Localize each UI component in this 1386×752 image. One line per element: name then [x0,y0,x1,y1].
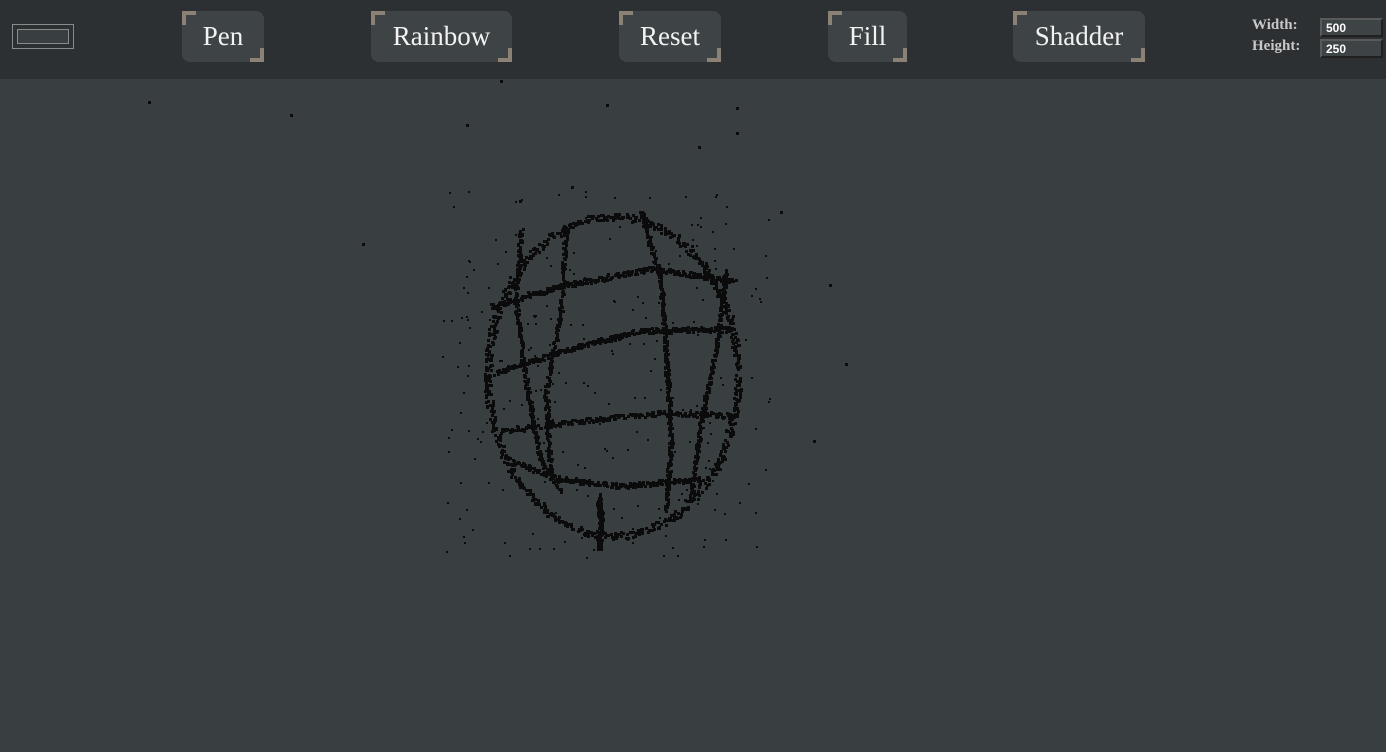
corner-decoration [828,11,842,25]
rainbow-button[interactable]: Rainbow [371,11,512,62]
corner-decoration [182,11,196,25]
fill-button-label: Fill [848,21,887,51]
corner-decoration [371,11,385,25]
corner-decoration [1131,48,1145,62]
fill-button[interactable]: Fill [828,11,907,62]
corner-decoration [250,48,264,62]
color-picker-swatch [17,29,69,44]
rainbow-button-label: Rainbow [392,21,491,51]
reset-button[interactable]: Reset [619,11,721,62]
toolbar: Pen Rainbow Reset Fill Shadder Width: 50… [0,0,1386,79]
corner-decoration [1013,11,1027,25]
corner-decoration [707,48,721,62]
pen-button[interactable]: Pen [182,11,264,62]
pen-button-label: Pen [202,21,244,51]
color-picker[interactable] [12,24,74,49]
shadder-button-label: Shadder [1034,21,1124,51]
width-input[interactable]: 500 [1320,18,1383,37]
height-label: Height: [1252,38,1301,54]
height-input[interactable]: 250 [1320,39,1383,58]
corner-decoration [498,48,512,62]
corner-decoration [893,48,907,62]
drawing-canvas[interactable] [0,79,1386,752]
reset-button-label: Reset [640,21,700,51]
corner-decoration [619,11,633,25]
width-label: Width: [1252,17,1298,33]
shadder-button[interactable]: Shadder [1013,11,1145,62]
pixel-sketch [148,80,848,559]
